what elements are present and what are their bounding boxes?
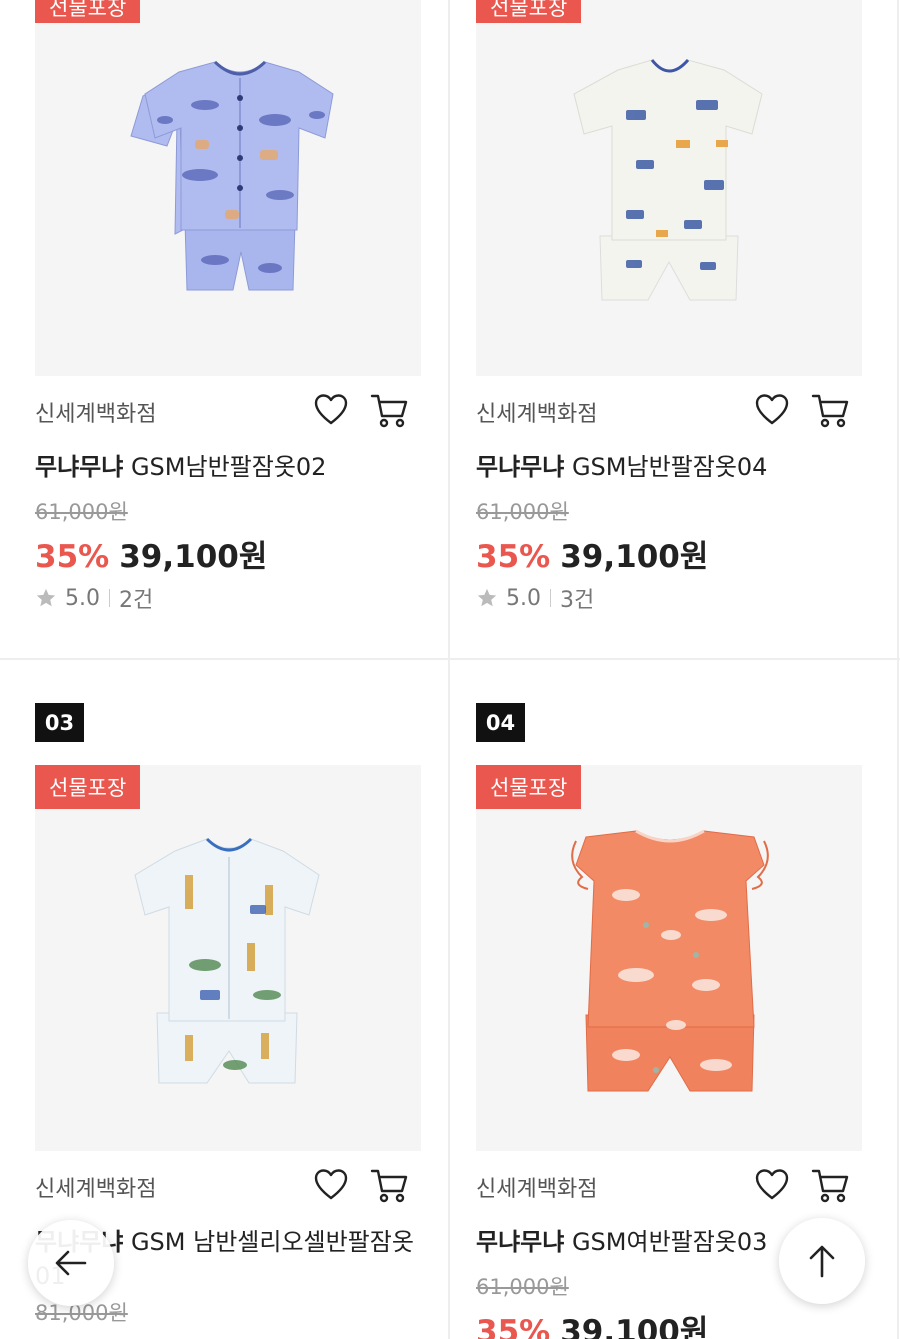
scroll-to-top-button[interactable] xyxy=(779,1218,865,1304)
sale-price: 39,100원 xyxy=(119,539,268,575)
heart-icon[interactable] xyxy=(313,1167,349,1203)
rating: 5.0 3건 xyxy=(476,582,594,614)
rank-badge: 04 xyxy=(476,703,525,742)
seller-name: 신세계백화점 xyxy=(476,1177,598,1202)
rating: 5.0 2건 xyxy=(35,582,153,614)
heart-icon[interactable] xyxy=(754,392,790,428)
product-name[interactable]: 무냐무냐 GSM남반팔잠옷04 xyxy=(476,450,864,484)
heart-icon[interactable] xyxy=(754,1167,790,1203)
rating-separator xyxy=(109,589,110,607)
pajama-shirt-shorts-image xyxy=(571,829,769,1092)
product-title: GSM남반팔잠옷04 xyxy=(564,453,768,481)
seller-name: 신세계백화점 xyxy=(35,402,157,427)
price-line: 35% 39,100원 xyxy=(476,1306,708,1339)
star-icon xyxy=(36,588,56,607)
product-title: GSM여반팔잠옷03 xyxy=(564,1228,768,1256)
gift-wrap-badge: 선물포장 xyxy=(35,765,141,809)
seller-name: 신세계백화점 xyxy=(35,1177,157,1202)
sale-price: 39,100원 xyxy=(560,539,709,575)
cart-icon[interactable] xyxy=(370,392,410,428)
pajama-shirt-shorts-image xyxy=(134,837,320,1084)
discount-rate: 35% xyxy=(35,539,110,575)
product-title: GSM남반팔잠옷02 xyxy=(123,453,327,481)
sale-price: 39,100원 xyxy=(560,1314,709,1339)
rating-score: 5.0 xyxy=(506,585,541,611)
discount-rate: 35% xyxy=(476,1314,551,1339)
original-price: 61,000원 xyxy=(476,1275,569,1299)
price-line: 35% 39,100원 xyxy=(35,531,267,576)
seller-name: 신세계백화점 xyxy=(476,402,598,427)
arrow-up-icon xyxy=(809,1245,835,1278)
review-count: 3건 xyxy=(560,588,595,613)
row-divider xyxy=(0,658,900,660)
arrow-left-icon xyxy=(55,1250,87,1276)
back-button[interactable] xyxy=(28,1220,114,1306)
discount-rate: 35% xyxy=(476,539,551,575)
column-divider xyxy=(448,0,450,1339)
rating-separator xyxy=(550,589,551,607)
cart-icon[interactable] xyxy=(811,1167,851,1203)
original-price: 61,000원 xyxy=(476,500,569,524)
gift-wrap-badge: 선물포장 xyxy=(35,0,141,23)
gift-wrap-badge: 선물포장 xyxy=(476,765,582,809)
product-name[interactable]: 무냐무냐 GSM남반팔잠옷02 xyxy=(35,450,423,484)
column-divider-right xyxy=(897,0,899,1339)
original-price: 61,000원 xyxy=(35,500,128,524)
price-line: 35% 39,100원 xyxy=(476,531,708,576)
pajama-shirt-shorts-image xyxy=(130,60,334,291)
cart-icon[interactable] xyxy=(370,1167,410,1203)
brand-name: 무냐무냐 xyxy=(35,453,124,481)
product-image[interactable]: 선물포장 xyxy=(476,765,862,1151)
cart-icon[interactable] xyxy=(811,392,851,428)
product-image[interactable]: 선물포장 xyxy=(476,0,862,376)
review-count: 2건 xyxy=(119,588,154,613)
rating-score: 5.0 xyxy=(65,585,100,611)
star-icon xyxy=(477,588,497,607)
heart-icon[interactable] xyxy=(313,392,349,428)
gift-wrap-badge: 선물포장 xyxy=(476,0,582,23)
brand-name: 무냐무냐 xyxy=(476,1228,565,1256)
product-image[interactable]: 선물포장 xyxy=(35,765,421,1151)
pajama-shirt-shorts-image xyxy=(573,58,763,301)
rank-badge: 03 xyxy=(35,703,84,742)
product-grid: 선물포장 신세계백화점 무냐무냐 GSM남반팔잠옷02 61,000원 35% 3… xyxy=(0,0,900,1339)
brand-name: 무냐무냐 xyxy=(476,453,565,481)
product-image[interactable]: 선물포장 xyxy=(35,0,421,376)
